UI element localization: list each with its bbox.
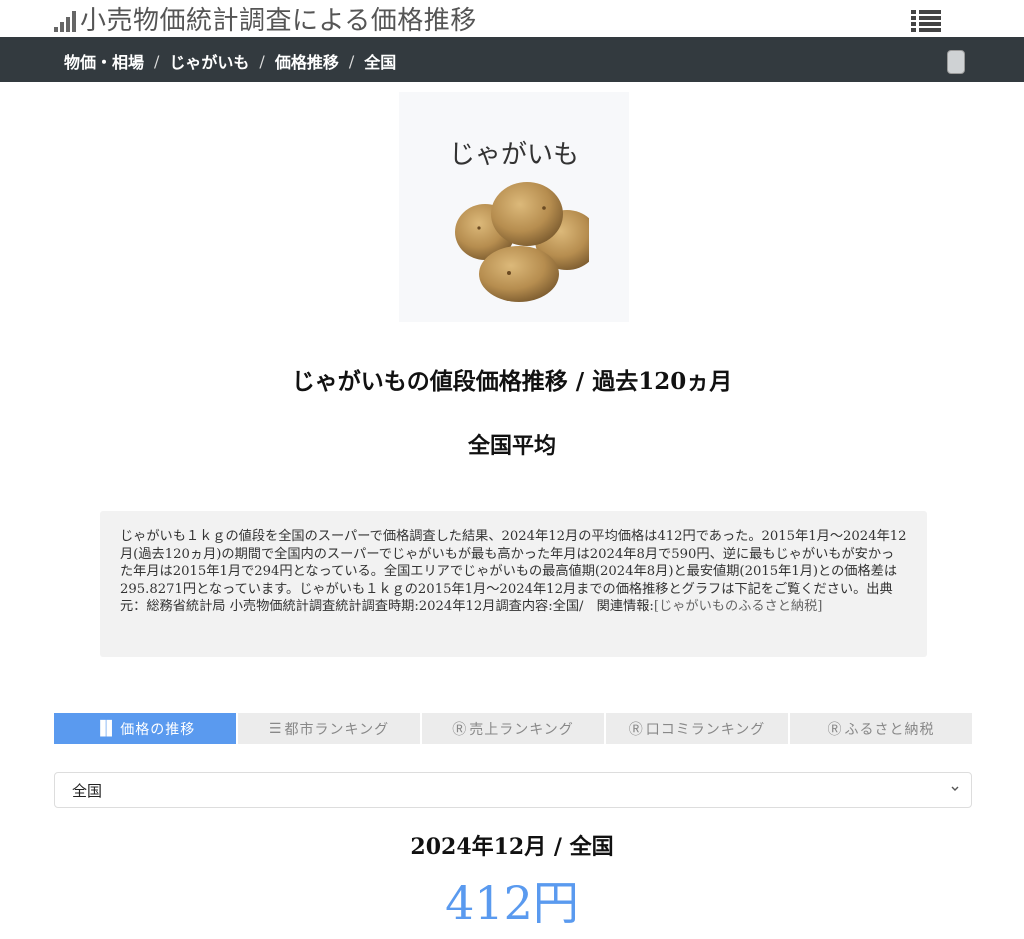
site-title: 小売物価統計調査による価格推移 <box>80 6 477 36</box>
tab-label: 価格の推移 <box>120 721 196 738</box>
breadcrumb-item-national[interactable]: 全国 <box>364 49 396 73</box>
breadcrumb-item-price-trend[interactable]: 価格推移 <box>275 49 339 73</box>
rakuten-icon: Ⓡ <box>628 721 644 738</box>
list-menu-icon[interactable] <box>911 10 941 32</box>
result-period-region: 2024年12月 / 全国 <box>410 834 614 860</box>
product-name: じゃがいも <box>448 140 579 170</box>
tab-city-ranking[interactable]: ☰ 都市ランキング <box>238 713 420 744</box>
breadcrumb-separator: / <box>154 51 160 71</box>
furusato-tax-link[interactable]: [じゃがいものふるさと納税] <box>654 599 823 614</box>
tab-sales-ranking[interactable]: Ⓡ 売上ランキング <box>422 713 604 744</box>
tab-label: 都市ランキング <box>284 721 390 738</box>
price-summary: じゃがいも１ｋｇの値段を全国のスーパーで価格調査した結果、2024年12月の平均… <box>100 511 927 657</box>
page-title: じゃがいもの値段価格推移 / 過去120ヵ月 <box>291 368 733 395</box>
site-title-link[interactable]: 小売物価統計調査による価格推移 <box>54 4 477 36</box>
tab-price-trend[interactable]: ▐▌ 価格の推移 <box>54 713 236 744</box>
bar-chart-icon: ▐▌ <box>94 720 119 737</box>
potato-image <box>455 182 589 302</box>
navbar-toggle-button[interactable] <box>947 50 965 74</box>
product-card: じゃがいも <box>399 92 629 322</box>
tab-label: 口コミランキング <box>645 721 766 738</box>
list-icon: ☰ <box>268 720 283 737</box>
tab-review-ranking[interactable]: Ⓡ 口コミランキング <box>606 713 788 744</box>
breadcrumb-bar: 物価・相場 / じゃがいも / 価格推移 / 全国 <box>0 37 1024 82</box>
result-price: 412円 <box>445 876 579 930</box>
region-select-value: 全国 <box>72 781 103 800</box>
tab-label: ふるさと納税 <box>844 721 935 738</box>
chevron-down-icon <box>951 786 959 791</box>
breadcrumb-item-prices[interactable]: 物価・相場 <box>64 49 144 73</box>
rakuten-icon: Ⓡ <box>827 721 843 738</box>
breadcrumb: 物価・相場 / じゃがいも / 価格推移 / 全国 <box>64 49 396 73</box>
bar-chart-icon <box>54 10 76 32</box>
tab-label: 売上ランキング <box>469 721 574 738</box>
breadcrumb-item-potato[interactable]: じゃがいも <box>169 49 249 73</box>
tab-furusato-tax[interactable]: Ⓡ ふるさと納税 <box>790 713 972 744</box>
summary-text: じゃがいも１ｋｇの値段を全国のスーパーで価格調査した結果、2024年12月の平均… <box>120 528 907 616</box>
top-header: 小売物価統計調査による価格推移 <box>0 0 1024 37</box>
tab-bar: ▐▌ 価格の推移 ☰ 都市ランキング Ⓡ 売上ランキング Ⓡ 口コミランキング … <box>54 713 972 744</box>
region-select[interactable]: 全国 <box>54 772 972 808</box>
breadcrumb-separator: / <box>259 51 265 71</box>
rakuten-icon: Ⓡ <box>452 721 468 738</box>
region-heading: 全国平均 <box>467 433 556 459</box>
breadcrumb-separator: / <box>348 51 355 71</box>
